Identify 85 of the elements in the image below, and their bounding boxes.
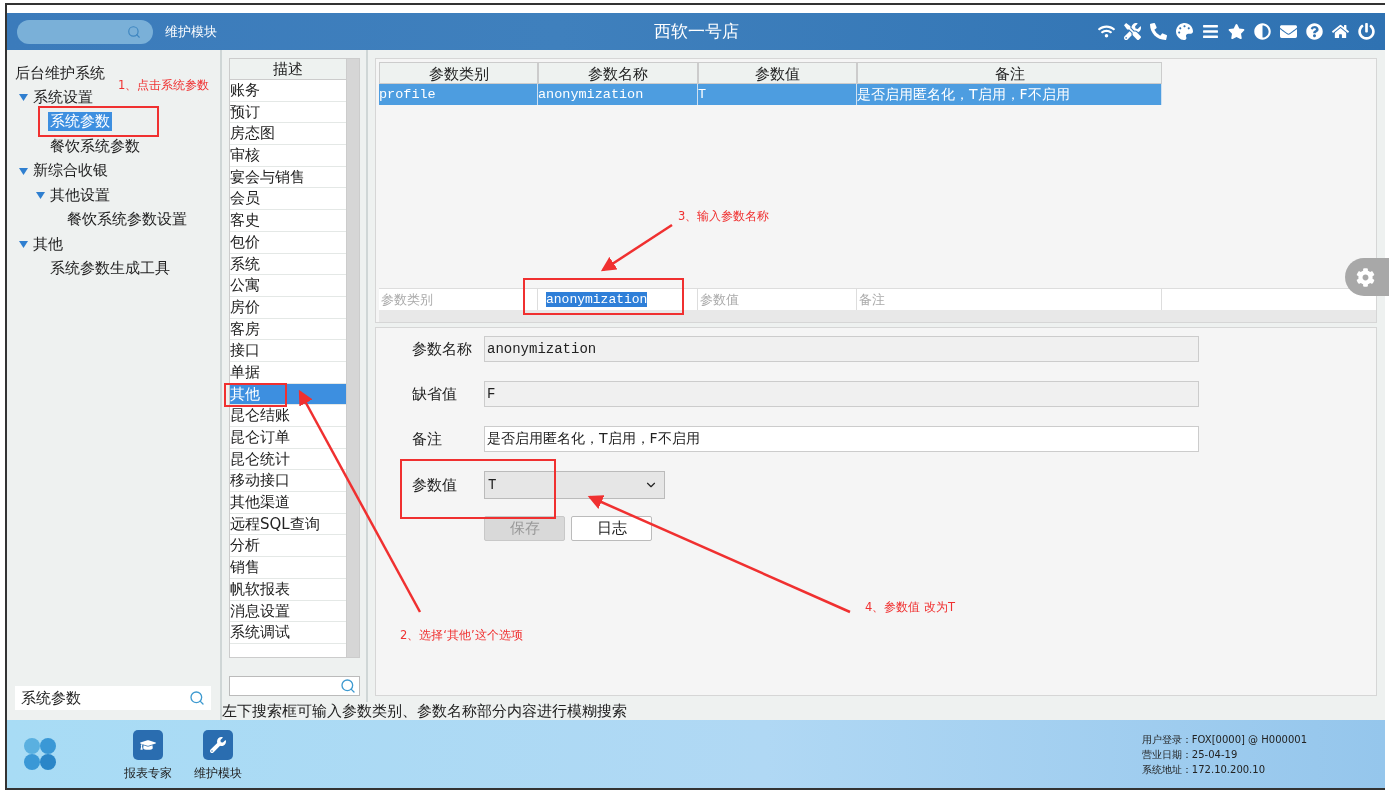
category-item[interactable]: 账务 bbox=[230, 80, 346, 102]
category-item[interactable]: 消息设置 bbox=[230, 600, 346, 623]
annotation-note: 2、选择‘其他’这个选项 bbox=[400, 628, 523, 643]
category-item[interactable]: 系统 bbox=[230, 253, 346, 276]
category-item[interactable]: 单据 bbox=[230, 361, 346, 384]
category-item[interactable]: 宴会与销售 bbox=[230, 166, 346, 189]
menu-icon[interactable] bbox=[1202, 23, 1219, 40]
contrast-icon[interactable] bbox=[1254, 23, 1271, 40]
annotation-note: 4、参数值 改为T bbox=[865, 600, 955, 615]
graduation-cap-icon bbox=[133, 730, 163, 760]
app-shortcut[interactable]: 维护模块 bbox=[183, 730, 253, 782]
field-label: 备注 bbox=[412, 429, 443, 449]
column-header: 备注 bbox=[857, 62, 1162, 84]
mail-icon[interactable] bbox=[1280, 23, 1297, 40]
text-field[interactable]: 是否启用匿名化，T启用，F不启用 bbox=[484, 426, 1199, 452]
category-item[interactable]: 公寓 bbox=[230, 275, 346, 297]
column-header: 描述 bbox=[230, 59, 346, 80]
category-item[interactable]: 房价 bbox=[230, 296, 346, 319]
tree-item[interactable]: 系统设置 bbox=[31, 87, 95, 107]
app-shortcut[interactable]: 报表专家 bbox=[113, 730, 183, 782]
caret-icon[interactable] bbox=[19, 166, 28, 175]
field-label: 参数名称 bbox=[412, 339, 473, 359]
tree-item[interactable]: 餐饮系统参数设置 bbox=[65, 210, 189, 230]
tree-item[interactable]: 新综合收银 bbox=[31, 161, 110, 181]
home-icon[interactable] bbox=[1332, 23, 1349, 40]
category-item[interactable]: 昆仑订单 bbox=[230, 427, 346, 449]
hint-text: 左下搜索框可输入参数类别、参数名称部分内容进行模糊搜索 bbox=[222, 702, 628, 720]
wrench-icon bbox=[203, 730, 233, 760]
highlight-frame bbox=[224, 383, 287, 407]
tree-item[interactable]: 系统参数生成工具 bbox=[48, 259, 172, 279]
search-icon[interactable] bbox=[340, 678, 356, 694]
form-button[interactable]: 日志 bbox=[571, 516, 652, 541]
category-item[interactable]: 预订 bbox=[230, 101, 346, 124]
field-label: 缺省值 bbox=[412, 384, 458, 404]
category-item[interactable]: 销售 bbox=[230, 557, 346, 579]
text-field[interactable]: anonymization bbox=[484, 336, 1199, 362]
search-field[interactable]: 系统参数 bbox=[15, 686, 211, 710]
search-field[interactable] bbox=[17, 19, 153, 44]
palette-icon[interactable] bbox=[1176, 23, 1193, 40]
category-item[interactable]: 移动接口 bbox=[230, 470, 346, 493]
annotation-note: 1、点击系统参数 bbox=[118, 78, 210, 93]
category-item[interactable]: 分析 bbox=[230, 535, 346, 558]
annotation-note: 3、输入参数名称 bbox=[678, 209, 770, 224]
tree-item[interactable]: 其他设置 bbox=[48, 185, 112, 205]
tree-item[interactable]: 餐饮系统参数 bbox=[48, 136, 142, 156]
settings-icon[interactable] bbox=[1345, 258, 1389, 296]
column-header: 参数名称 bbox=[538, 62, 698, 84]
status-info: 系统地址：172.10.200.10 bbox=[1141, 762, 1267, 777]
star-icon[interactable] bbox=[1228, 23, 1245, 40]
text-field[interactable]: F bbox=[484, 381, 1199, 407]
column-header: 参数类别 bbox=[379, 62, 538, 84]
column-header: 参数值 bbox=[698, 62, 857, 84]
category-item[interactable]: 远程SQL查询 bbox=[230, 513, 346, 536]
help-icon[interactable] bbox=[1306, 23, 1323, 40]
scrollbar[interactable] bbox=[346, 59, 359, 657]
search-icon bbox=[127, 24, 141, 39]
status-info: 用户登录：FOX[0000] @ H000001 bbox=[1141, 732, 1307, 747]
category-item[interactable]: 其他渠道 bbox=[230, 492, 346, 514]
phone-icon[interactable] bbox=[1150, 23, 1167, 40]
tree-root: 后台维护系统 bbox=[15, 64, 106, 83]
store-title: 西软一号店 bbox=[653, 20, 739, 43]
category-item[interactable]: 接口 bbox=[230, 340, 346, 362]
clover-logo-icon[interactable] bbox=[23, 737, 57, 771]
category-item[interactable]: 房态图 bbox=[230, 123, 346, 146]
caret-icon[interactable] bbox=[19, 240, 28, 249]
category-item[interactable]: 帆软报表 bbox=[230, 578, 346, 601]
category-item[interactable]: 客史 bbox=[230, 210, 346, 232]
power-icon[interactable] bbox=[1358, 23, 1375, 40]
search-field[interactable] bbox=[229, 676, 360, 696]
category-item[interactable]: 会员 bbox=[230, 188, 346, 211]
category-item[interactable]: 系统调试 bbox=[230, 622, 346, 644]
category-item[interactable]: 昆仑结账 bbox=[230, 405, 346, 427]
status-info: 营业日期：25-04-19 bbox=[1141, 747, 1239, 762]
search-icon[interactable] bbox=[189, 690, 205, 706]
caret-icon[interactable] bbox=[36, 191, 45, 200]
tree-item[interactable]: 其他 bbox=[31, 234, 65, 254]
tools-icon[interactable] bbox=[1124, 23, 1141, 40]
field-label: 参数值 bbox=[412, 475, 458, 495]
module-label: 维护模块 bbox=[165, 22, 217, 41]
category-item[interactable]: 客房 bbox=[230, 318, 346, 341]
category-item[interactable]: 审核 bbox=[230, 145, 346, 167]
scrollbar[interactable] bbox=[379, 310, 1376, 322]
wifi-icon[interactable] bbox=[1098, 23, 1115, 40]
caret-icon[interactable] bbox=[19, 93, 28, 102]
select-field[interactable]: T bbox=[484, 471, 665, 499]
